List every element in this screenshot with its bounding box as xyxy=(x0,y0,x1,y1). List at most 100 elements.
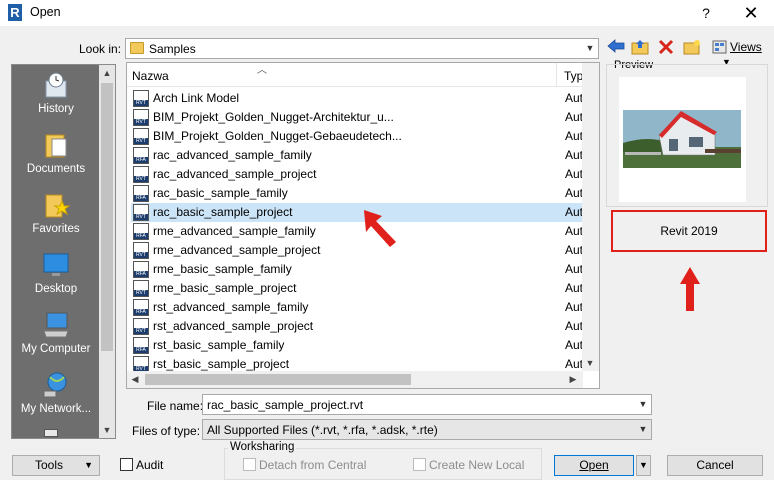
scroll-thumb[interactable] xyxy=(101,83,113,351)
place-my-computer[interactable]: My Computer xyxy=(12,311,100,355)
file-row[interactable]: RVT rst_advanced_sample_project Aut xyxy=(131,317,583,336)
tools-label: Tools xyxy=(35,458,64,472)
file-type-dropdown[interactable]: All Supported Files (*.rvt, *.rfa, *.ads… xyxy=(202,419,652,440)
scroll-left-icon[interactable]: ◀ xyxy=(127,371,143,388)
file-row[interactable]: RVT rme_advanced_sample_project Aut xyxy=(131,241,583,260)
file-type: Aut xyxy=(565,224,584,238)
file-type-value: All Supported Files (*.rvt, *.rfa, *.ads… xyxy=(207,423,438,437)
scroll-down-icon[interactable]: ▼ xyxy=(582,355,598,371)
file-row[interactable]: RFA rac_basic_sample_family Aut xyxy=(131,184,583,203)
file-row[interactable]: RFA rme_basic_sample_family Aut xyxy=(131,260,583,279)
revit-file-icon: RVT xyxy=(133,280,149,297)
file-extension-tag: RFA xyxy=(134,157,148,163)
place-label: History xyxy=(38,103,74,115)
up-folder-icon[interactable] xyxy=(630,39,650,59)
detach-from-central-checkbox[interactable] xyxy=(243,458,256,471)
file-row[interactable]: RVT rac_basic_sample_project Aut xyxy=(131,203,583,222)
title-bar xyxy=(0,0,774,26)
file-name: rac_basic_sample_family xyxy=(153,186,288,200)
open-button[interactable]: Open xyxy=(554,455,634,476)
file-row[interactable]: RFA rst_advanced_sample_family Aut xyxy=(131,298,583,317)
place-documents[interactable]: Documents xyxy=(12,131,100,175)
file-name: rme_advanced_sample_family xyxy=(153,224,316,238)
preview-frame xyxy=(606,64,768,207)
column-divider[interactable] xyxy=(556,63,557,87)
file-name: rst_advanced_sample_family xyxy=(153,300,309,314)
create-new-local-label: Create New Local xyxy=(429,458,525,472)
place-history[interactable]: History xyxy=(12,71,100,115)
delete-icon[interactable] xyxy=(656,39,676,59)
file-row[interactable]: RVT rme_basic_sample_project Aut xyxy=(131,279,583,298)
file-extension-tag: RVT xyxy=(134,119,148,125)
audit-label: Audit xyxy=(136,458,164,472)
file-extension-tag: RVT xyxy=(134,290,148,296)
file-extension-tag: RVT xyxy=(134,328,148,334)
network-icon xyxy=(42,371,70,399)
more-places-icon xyxy=(44,429,58,437)
file-name: rac_advanced_sample_family xyxy=(153,148,312,162)
file-name: rst_basic_sample_family xyxy=(153,338,285,352)
scroll-right-icon[interactable]: ▶ xyxy=(565,371,581,388)
chevron-down-icon: ▼ xyxy=(639,460,648,470)
file-row[interactable]: RVT BIM_Projekt_Golden_Nugget-Architektur… xyxy=(131,108,583,127)
chevron-down-icon[interactable]: ▼ xyxy=(582,39,598,58)
worksharing-legend: Worksharing xyxy=(228,441,297,453)
new-folder-icon[interactable] xyxy=(682,39,702,59)
file-list[interactable]: ︿ Nazwa Typ RVT Arch Link Model Aut RVT BIM_… xyxy=(126,62,600,389)
open-label: Open xyxy=(579,458,609,472)
create-new-local-checkbox[interactable] xyxy=(413,458,426,471)
file-row[interactable]: RVT BIM_Projekt_Golden_Nugget-Gebaeudetec… xyxy=(131,127,583,146)
building-thumbnail xyxy=(623,110,741,168)
preview-image xyxy=(619,77,746,202)
tools-button[interactable]: Tools ▼ xyxy=(12,455,100,476)
file-type: Aut xyxy=(565,167,584,181)
revit-file-icon: RFA xyxy=(133,223,149,240)
place-my-network[interactable]: My Network... xyxy=(12,371,100,415)
file-type: Aut xyxy=(565,319,584,333)
back-icon[interactable] xyxy=(606,39,626,59)
file-row[interactable]: RVT Arch Link Model Aut xyxy=(131,89,583,108)
look-in-dropdown[interactable]: Samples ▼ xyxy=(125,38,599,59)
place-desktop[interactable]: Desktop xyxy=(12,251,100,295)
file-type: Aut xyxy=(565,357,584,371)
place-label: My Network... xyxy=(20,403,92,415)
column-header-name[interactable]: Nazwa xyxy=(132,69,169,83)
column-header-type[interactable]: Typ xyxy=(564,69,583,83)
file-row[interactable]: RFA rac_advanced_sample_family Aut xyxy=(131,146,583,165)
revit-file-icon: RFA xyxy=(133,299,149,316)
file-type: Aut xyxy=(565,338,584,352)
chevron-down-icon[interactable]: ▼ xyxy=(635,395,651,414)
scroll-thumb[interactable] xyxy=(145,374,411,385)
column-header-row: ︿ Nazwa Typ xyxy=(127,63,583,87)
file-type: Aut xyxy=(565,300,584,314)
revit-file-icon: RVT xyxy=(133,242,149,259)
scroll-down-icon[interactable]: ▼ xyxy=(99,422,115,438)
places-scrollbar[interactable]: ▲ ▼ xyxy=(99,65,115,438)
file-row[interactable]: RFA rme_advanced_sample_family Aut xyxy=(131,222,583,241)
file-extension-tag: RFA xyxy=(134,195,148,201)
file-type-label: Files of type: xyxy=(132,424,201,438)
file-type: Aut xyxy=(565,186,584,200)
window-title: Open xyxy=(30,5,61,19)
place-label: Favorites xyxy=(32,223,80,235)
places-bar: History Documents Favorites Desktop My C… xyxy=(11,64,116,439)
file-name: rme_basic_sample_project xyxy=(153,281,297,295)
revit-file-icon: RFA xyxy=(133,185,149,202)
revit-logo-icon: R xyxy=(8,4,22,21)
place-favorites[interactable]: Favorites xyxy=(12,191,100,235)
file-row[interactable]: RVT rac_advanced_sample_project Aut xyxy=(131,165,583,184)
scroll-up-icon[interactable]: ▲ xyxy=(99,65,115,81)
file-name: rst_basic_sample_project xyxy=(153,357,290,371)
file-list-horizontal-scrollbar[interactable]: ◀ ▶ xyxy=(127,371,583,388)
audit-checkbox[interactable] xyxy=(120,458,133,471)
file-list-vertical-scrollbar[interactable]: ▼ xyxy=(582,63,599,371)
help-button[interactable]: ? xyxy=(694,3,718,23)
close-button[interactable]: ✕ xyxy=(738,2,764,24)
open-options-button[interactable]: ▼ xyxy=(636,455,651,476)
file-name-input[interactable]: rac_basic_sample_project.rvt ▼ xyxy=(202,394,652,415)
chevron-down-icon[interactable]: ▼ xyxy=(635,420,651,439)
cancel-button[interactable]: Cancel xyxy=(667,455,763,476)
file-extension-tag: RVT xyxy=(134,252,148,258)
detach-from-central-label: Detach from Central xyxy=(259,458,367,472)
file-row[interactable]: RFA rst_basic_sample_family Aut xyxy=(131,336,583,355)
